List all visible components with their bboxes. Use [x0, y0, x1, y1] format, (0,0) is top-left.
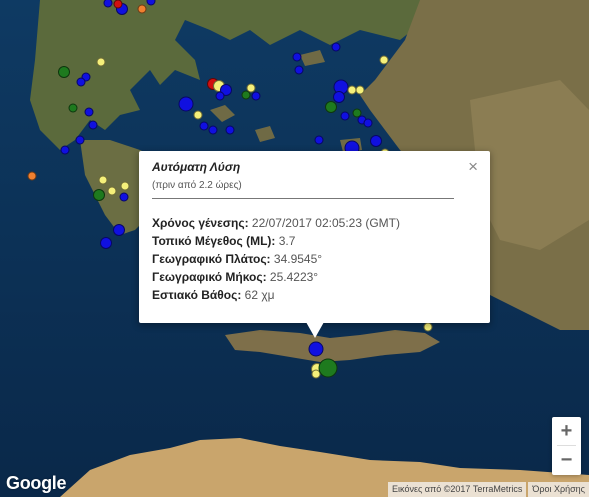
earthquake-marker[interactable]	[308, 341, 324, 357]
earthquake-marker[interactable]	[76, 77, 86, 87]
earthquake-marker[interactable]	[137, 4, 147, 14]
earthquake-marker[interactable]	[107, 186, 117, 196]
close-icon[interactable]: ×	[468, 157, 478, 177]
google-logo: Google	[6, 473, 67, 493]
earthquake-marker[interactable]	[68, 103, 78, 113]
info-subtitle: (πριν από 2.2 ώρες)	[152, 180, 242, 191]
earthquake-marker[interactable]	[333, 91, 345, 103]
earthquake-marker[interactable]	[215, 91, 225, 101]
row-value: 62 χμ	[241, 288, 275, 302]
attribution-bar: Εικόνες από ©2017 TerraMetrics Όροι Χρήσ…	[388, 482, 589, 497]
row-label: Γεωγραφικό Μήκος:	[152, 270, 267, 284]
earthquake-marker[interactable]	[96, 57, 106, 67]
info-window: × Αυτόματη Λύση (πριν από 2.2 ώρες) Χρόν…	[139, 151, 490, 323]
earthquake-marker[interactable]	[355, 85, 365, 95]
info-row-magnitude: Τοπικό Μέγεθος (ML): 3.7	[152, 232, 400, 250]
earthquake-marker[interactable]	[294, 65, 304, 75]
earthquake-marker[interactable]	[225, 125, 235, 135]
row-label: Τοπικό Μέγεθος (ML):	[152, 234, 276, 248]
earthquake-marker[interactable]	[113, 0, 123, 9]
zoom-in-button[interactable]: +	[552, 417, 581, 445]
zoom-out-button[interactable]: −	[552, 446, 581, 474]
earthquake-marker[interactable]	[100, 237, 112, 249]
earthquake-marker[interactable]	[370, 135, 382, 147]
row-value: 22/07/2017 02:05:23 (GMT)	[248, 216, 401, 230]
row-value: 25.4223°	[266, 270, 319, 284]
earthquake-marker[interactable]	[363, 118, 373, 128]
zoom-control: + −	[552, 417, 581, 475]
earthquake-marker[interactable]	[98, 175, 108, 185]
info-row-longitude: Γεωγραφικό Μήκος: 25.4223°	[152, 268, 400, 286]
earthquake-marker[interactable]	[331, 42, 341, 52]
imagery-attribution: Εικόνες από ©2017 TerraMetrics	[388, 482, 527, 497]
earthquake-marker[interactable]	[241, 90, 251, 100]
earthquake-marker[interactable]	[199, 121, 209, 131]
earthquake-marker[interactable]	[178, 96, 194, 112]
earthquake-marker[interactable]	[208, 125, 218, 135]
info-row-latitude: Γεωγραφικό Πλάτος: 34.9545°	[152, 250, 400, 268]
earthquake-marker[interactable]	[113, 224, 125, 236]
earthquake-marker[interactable]	[318, 358, 338, 378]
earthquake-marker[interactable]	[120, 181, 130, 191]
info-window-pointer	[306, 322, 324, 338]
info-row-depth: Εστιακό Βάθος: 62 χμ	[152, 286, 400, 304]
earthquake-marker[interactable]	[325, 101, 337, 113]
earthquake-marker[interactable]	[379, 55, 389, 65]
earthquake-marker[interactable]	[251, 91, 261, 101]
earthquake-marker[interactable]	[93, 189, 105, 201]
earthquake-marker[interactable]	[88, 120, 98, 130]
info-row-origin-time: Χρόνος γένεσης: 22/07/2017 02:05:23 (GMT…	[152, 214, 400, 232]
earthquake-marker[interactable]	[84, 107, 94, 117]
earthquake-marker[interactable]	[292, 52, 302, 62]
earthquake-marker[interactable]	[58, 66, 70, 78]
row-label: Χρόνος γένεσης:	[152, 216, 249, 230]
info-title: Αυτόματη Λύση	[152, 160, 241, 174]
divider	[152, 198, 454, 199]
row-label: Εστιακό Βάθος:	[152, 288, 242, 302]
earthquake-marker[interactable]	[340, 111, 350, 121]
info-details: Χρόνος γένεσης: 22/07/2017 02:05:23 (GMT…	[152, 214, 400, 304]
earthquake-marker[interactable]	[60, 145, 70, 155]
terms-link[interactable]: Όροι Χρήσης	[528, 482, 589, 497]
earthquake-marker[interactable]	[314, 135, 324, 145]
row-value: 34.9545°	[270, 252, 323, 266]
earthquake-marker[interactable]	[27, 171, 37, 181]
earthquake-marker[interactable]	[193, 110, 203, 120]
row-value: 3.7	[275, 234, 296, 248]
earthquake-marker[interactable]	[119, 192, 129, 202]
row-label: Γεωγραφικό Πλάτος:	[152, 252, 271, 266]
earthquake-marker[interactable]	[75, 135, 85, 145]
earthquake-marker[interactable]	[423, 322, 433, 332]
